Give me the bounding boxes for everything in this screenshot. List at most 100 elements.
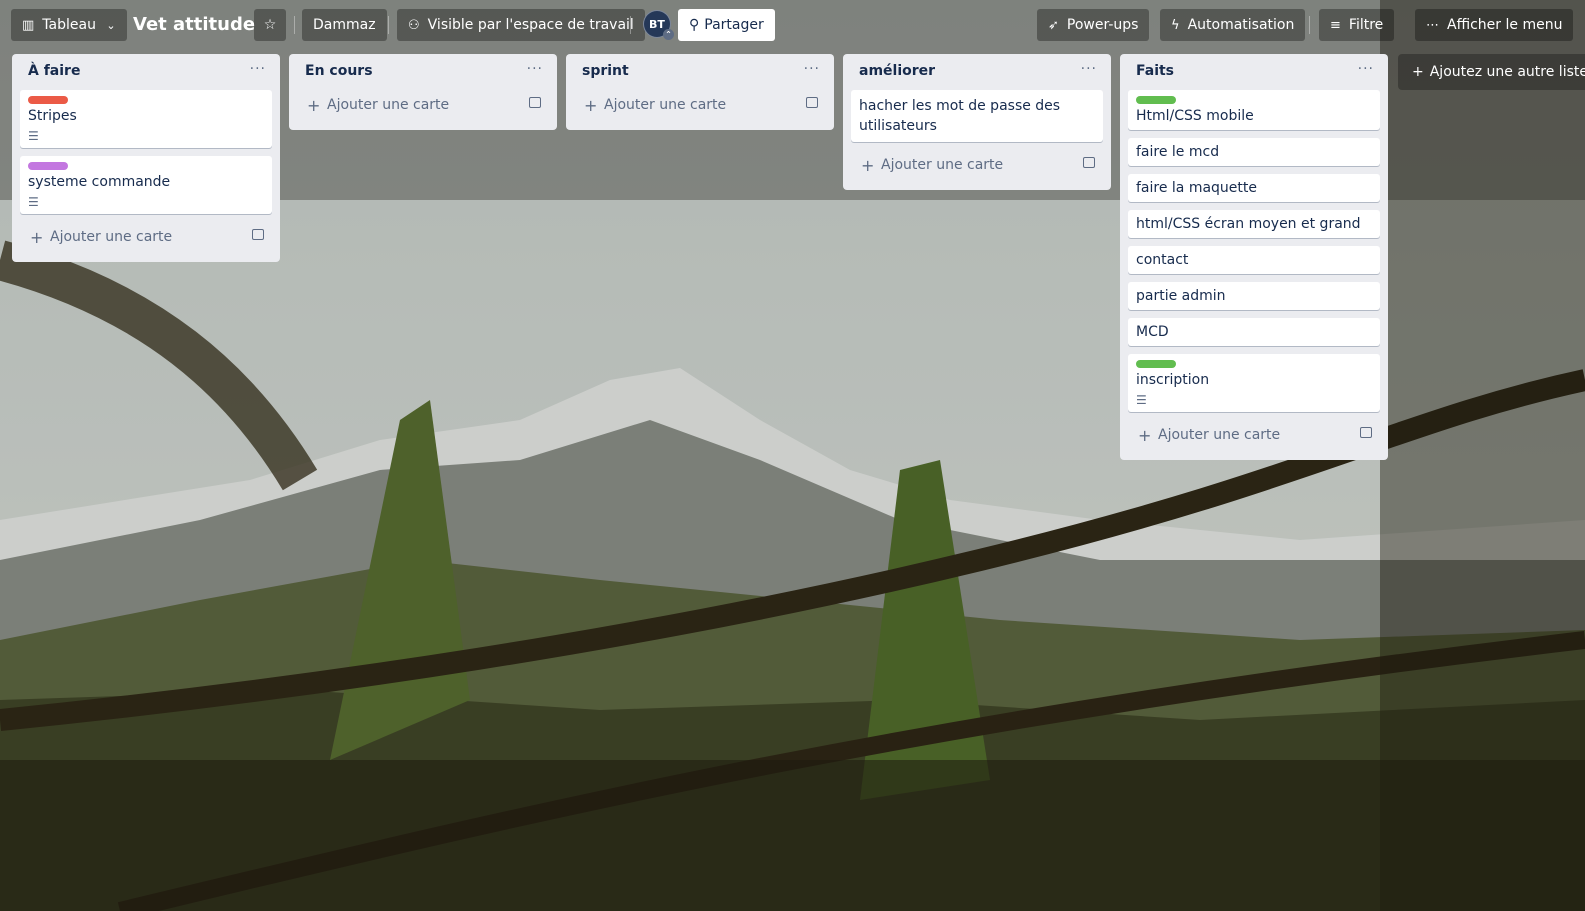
more-icon: ⋯ <box>1426 18 1439 33</box>
header-divider <box>1309 16 1310 34</box>
member-avatar[interactable]: BT ⌃ <box>643 10 674 40</box>
admin-badge-icon: ⌃ <box>663 29 674 40</box>
card-title: faire la maquette <box>1136 180 1258 196</box>
add-card-button[interactable]: + Ajouter une carte <box>20 222 272 254</box>
workspace-button[interactable]: Dammaz <box>302 9 387 41</box>
list-menu-icon[interactable]: ··· <box>527 61 543 77</box>
add-card-label: Ajouter une carte <box>1158 427 1281 443</box>
people-icon: ⚇ <box>408 18 420 33</box>
add-card-label: Ajouter une carte <box>604 97 727 113</box>
list-sprint: sprint ··· + Ajouter une carte <box>566 54 834 130</box>
card-template-icon[interactable] <box>1083 157 1095 168</box>
list-header[interactable]: améliorer ··· <box>851 54 1103 90</box>
rocket-icon: ➶ <box>1048 18 1059 33</box>
add-list-button[interactable]: + Ajoutez une autre liste <box>1398 54 1585 90</box>
card-label-red[interactable] <box>28 96 68 104</box>
card-title: partie admin <box>1136 288 1226 304</box>
list-title[interactable]: améliorer <box>859 63 935 79</box>
card[interactable]: hacher les mot de passe des utilisateurs <box>851 90 1103 142</box>
header-divider <box>294 16 295 34</box>
list-title[interactable]: sprint <box>582 63 629 79</box>
add-card-label: Ajouter une carte <box>327 97 450 113</box>
list-menu-icon[interactable]: ··· <box>1358 61 1374 77</box>
view-switcher-label: Tableau <box>42 17 96 33</box>
card-title: inscription <box>1136 372 1210 388</box>
card-title: html/CSS écran moyen et grand <box>1136 216 1361 232</box>
list-header[interactable]: À faire ··· <box>20 54 272 90</box>
card-title: hacher les mot de passe des utilisateurs <box>859 98 1061 134</box>
list-title[interactable]: En cours <box>305 63 373 79</box>
list-a-faire: À faire ··· Stripes ☰ systeme commande ☰… <box>12 54 280 262</box>
card-title: systeme commande <box>28 174 171 190</box>
view-switcher-button[interactable]: ▥ Tableau ⌄ <box>11 9 127 41</box>
card[interactable]: faire le mcd <box>1128 138 1380 166</box>
share-label: Partager <box>704 17 764 33</box>
show-menu-button[interactable]: ⋯ Afficher le menu <box>1415 9 1574 41</box>
star-icon: ☆ <box>263 17 277 33</box>
card[interactable]: systeme commande ☰ <box>20 156 272 214</box>
card-label-green[interactable] <box>1136 360 1176 368</box>
card[interactable]: inscription ☰ <box>1128 354 1380 412</box>
list-title[interactable]: Faits <box>1136 63 1174 79</box>
filter-icon: ≡ <box>1330 18 1341 33</box>
card[interactable]: Stripes ☰ <box>20 90 272 148</box>
powerups-button[interactable]: ➶ Power-ups <box>1037 9 1150 41</box>
board-title[interactable]: Vet attitude <box>133 12 255 38</box>
chevron-down-icon: ⌄ <box>106 19 116 32</box>
card[interactable]: MCD <box>1128 318 1380 346</box>
card-label-purple[interactable] <box>28 162 68 170</box>
card[interactable]: Html/CSS mobile <box>1128 90 1380 130</box>
automation-label: Automatisation <box>1187 17 1295 33</box>
share-button[interactable]: ⚲ Partager <box>678 9 775 41</box>
plus-icon: + <box>861 156 875 175</box>
card-template-icon[interactable] <box>529 97 541 108</box>
list-faits: Faits ··· Html/CSS mobile faire le mcd f… <box>1120 54 1388 460</box>
card-title: contact <box>1136 252 1189 268</box>
list-menu-icon[interactable]: ··· <box>250 61 266 77</box>
board-header: ▥ Tableau ⌄ Vet attitude ☆ Dammaz ⚇ Visibl… <box>0 0 1585 48</box>
description-icon: ☰ <box>1136 393 1147 407</box>
add-card-label: Ajouter une carte <box>881 157 1004 173</box>
star-button[interactable]: ☆ <box>254 9 286 41</box>
lightning-icon: ϟ <box>1171 18 1180 33</box>
add-member-icon: ⚲ <box>689 17 700 33</box>
list-menu-icon[interactable]: ··· <box>804 61 820 77</box>
header-divider <box>630 16 631 34</box>
plus-icon: + <box>30 228 44 247</box>
filter-label: Filtre <box>1348 17 1384 33</box>
description-icon: ☰ <box>28 129 39 143</box>
list-header[interactable]: Faits ··· <box>1128 54 1380 90</box>
card-template-icon[interactable] <box>806 97 818 108</box>
description-icon: ☰ <box>28 195 39 209</box>
card-template-icon[interactable] <box>252 229 264 240</box>
visibility-label: Visible par l'espace de travail <box>427 17 634 33</box>
automation-button[interactable]: ϟ Automatisation <box>1160 9 1306 41</box>
header-divider <box>388 16 389 34</box>
list-header[interactable]: En cours ··· <box>297 54 549 90</box>
show-menu-label: Afficher le menu <box>1447 17 1563 33</box>
add-card-button[interactable]: + Ajouter une carte <box>851 150 1103 182</box>
list-en-cours: En cours ··· + Ajouter une carte <box>289 54 557 130</box>
list-menu-icon[interactable]: ··· <box>1081 61 1097 77</box>
card-title: Html/CSS mobile <box>1136 108 1254 124</box>
card[interactable]: faire la maquette <box>1128 174 1380 202</box>
filter-button[interactable]: ≡ Filtre <box>1319 9 1395 41</box>
card-label-green[interactable] <box>1136 96 1176 104</box>
avatar-initials: BT <box>649 18 665 31</box>
add-card-button[interactable]: + Ajouter une carte <box>574 90 826 122</box>
card-title: Stripes <box>28 108 77 124</box>
add-card-button[interactable]: + Ajouter une carte <box>1128 420 1380 452</box>
card[interactable]: partie admin <box>1128 282 1380 310</box>
card[interactable]: contact <box>1128 246 1380 274</box>
powerups-label: Power-ups <box>1066 17 1139 33</box>
visibility-button[interactable]: ⚇ Visible par l'espace de travail <box>397 9 645 41</box>
board-view-icon: ▥ <box>22 18 35 33</box>
add-card-button[interactable]: + Ajouter une carte <box>297 90 549 122</box>
card-title: MCD <box>1136 324 1169 340</box>
list-title[interactable]: À faire <box>28 63 80 79</box>
plus-icon: + <box>307 96 321 115</box>
card-title: faire le mcd <box>1136 144 1220 160</box>
card[interactable]: html/CSS écran moyen et grand <box>1128 210 1380 238</box>
card-template-icon[interactable] <box>1360 427 1372 438</box>
list-header[interactable]: sprint ··· <box>574 54 826 90</box>
